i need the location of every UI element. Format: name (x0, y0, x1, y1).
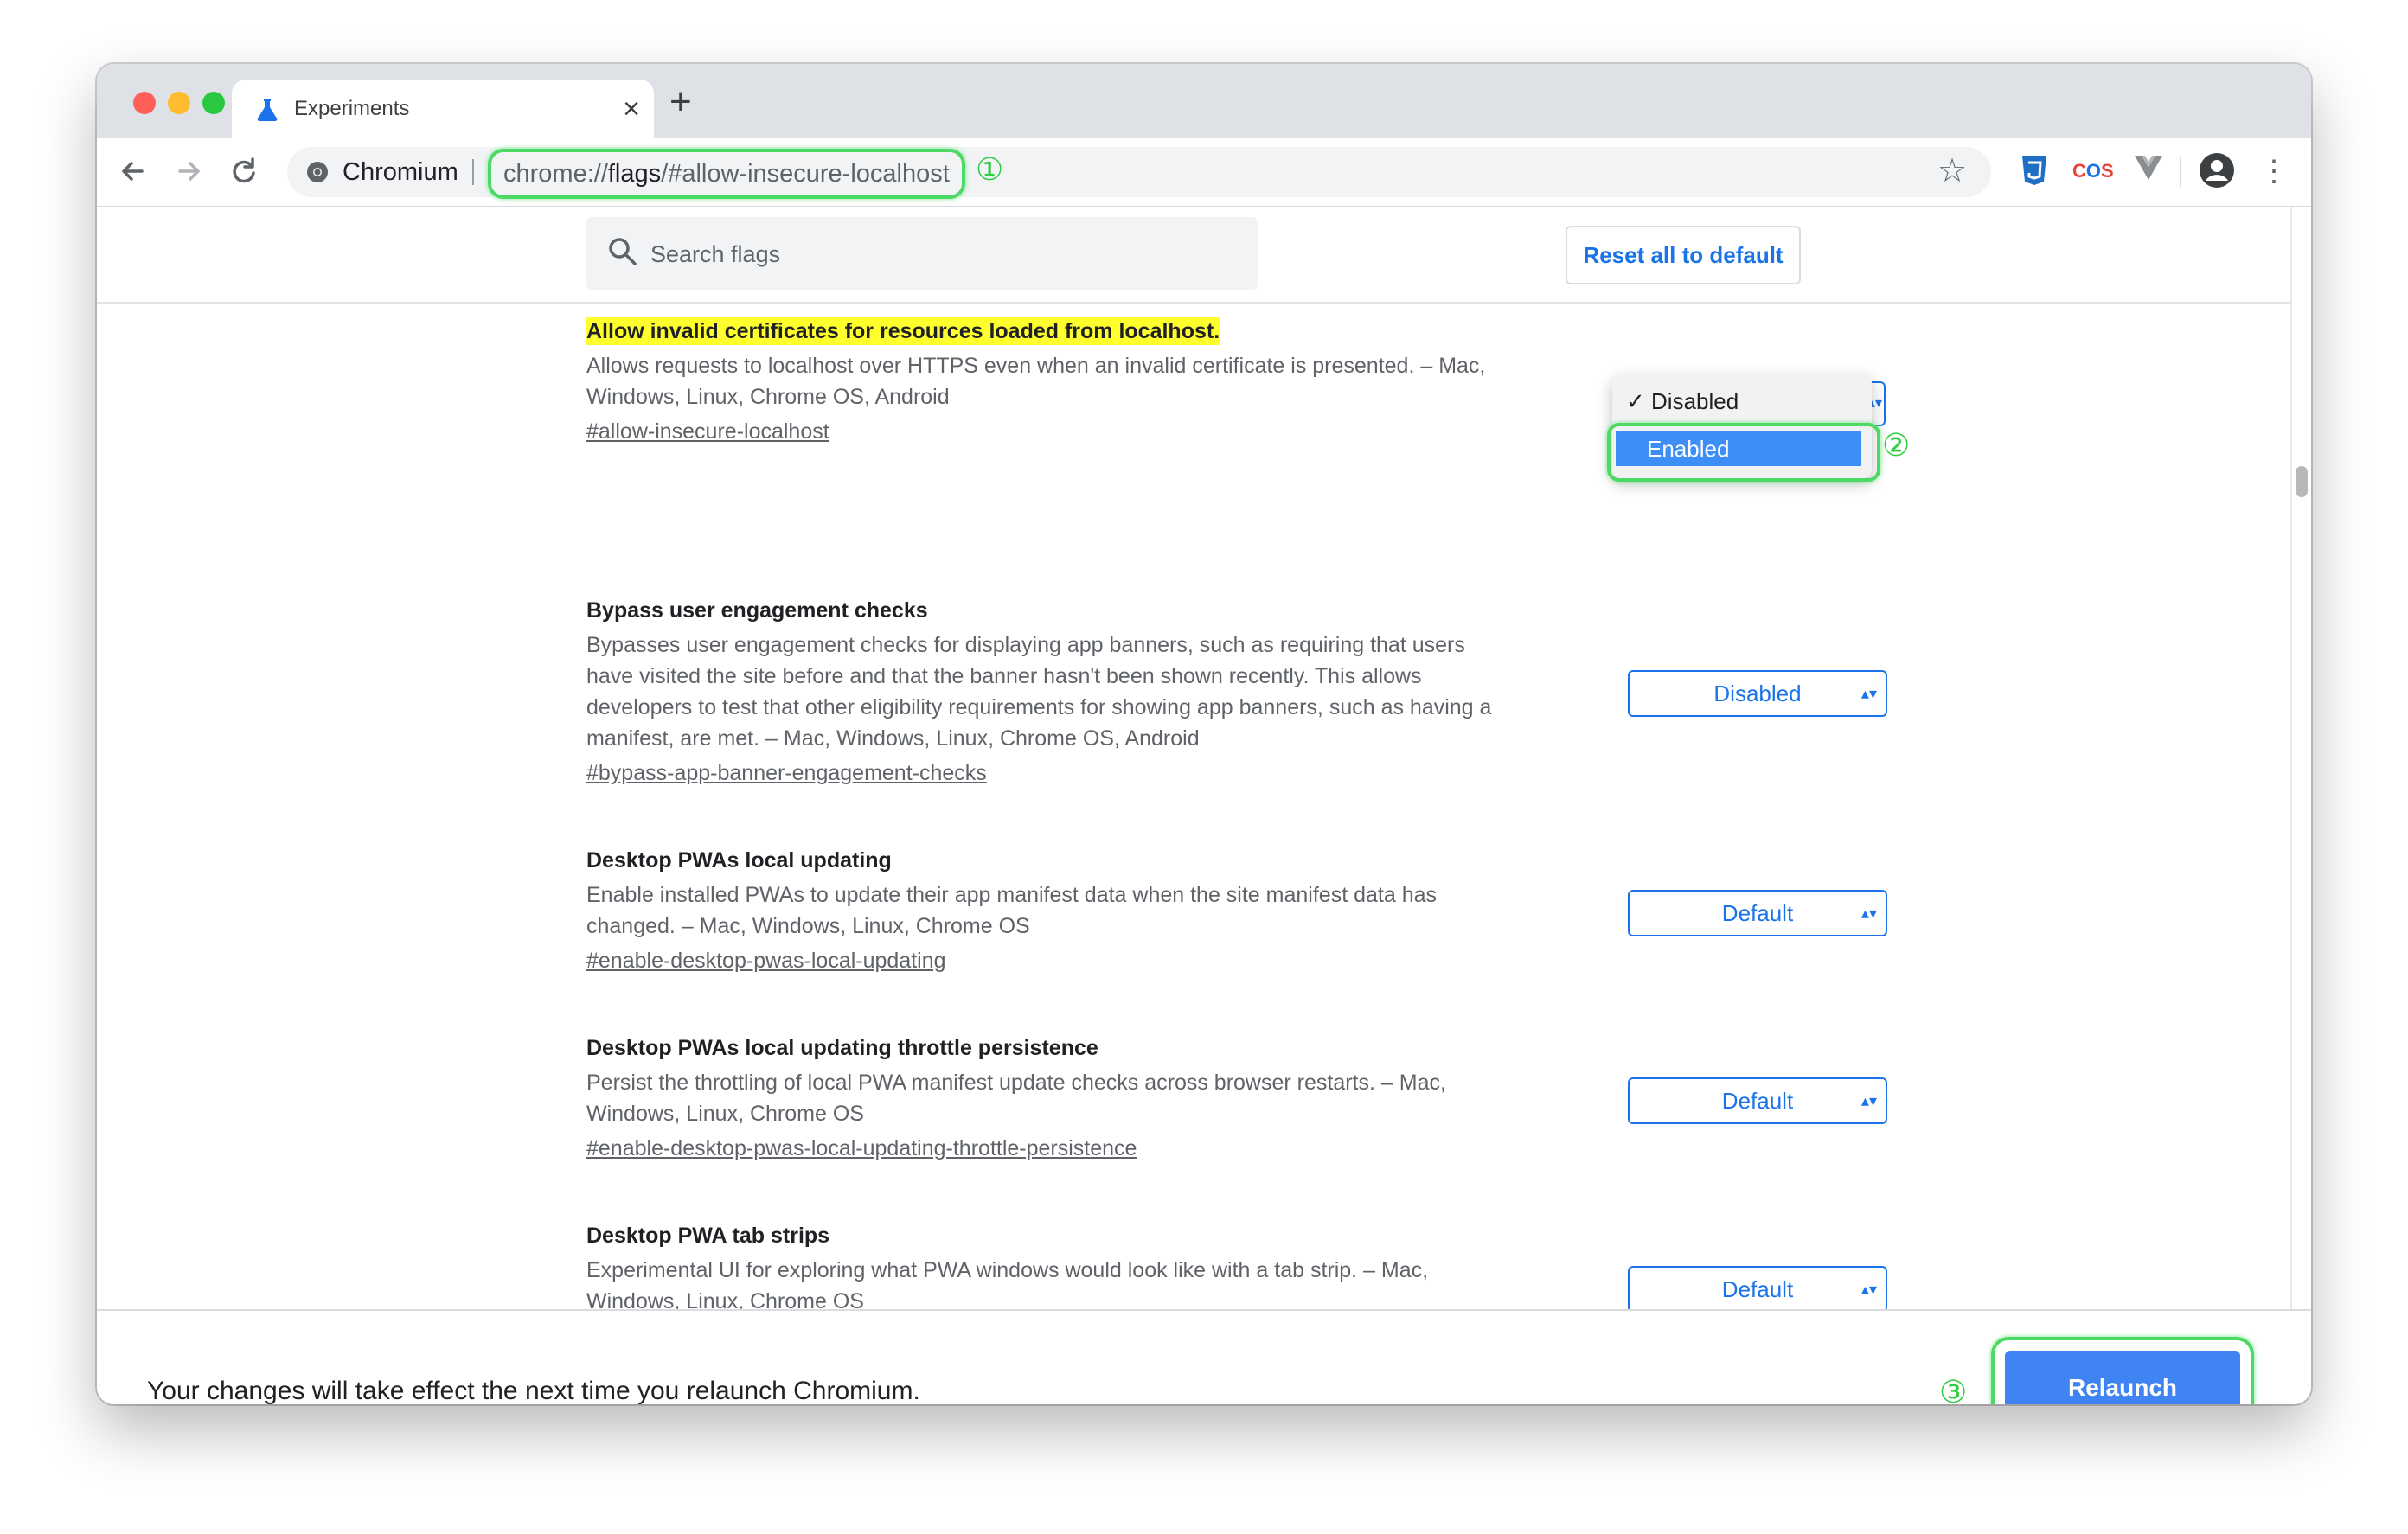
flag-select-bypass-engagement[interactable]: Disabled ▴▾ (1628, 670, 1887, 717)
dropdown-option-disabled[interactable]: ✓ Disabled (1626, 388, 1739, 415)
flags-header: Search flags Reset all to default (97, 207, 2290, 304)
flag-title: Desktop PWAs local updating (586, 848, 892, 872)
annotation-highlight: Enabled (1607, 423, 1880, 482)
select-dropdown-menu: ✓ Disabled Enabled (1607, 374, 1880, 482)
close-window-button[interactable] (133, 92, 156, 114)
search-icon (609, 238, 637, 265)
select-value: Default (1721, 900, 1794, 926)
cors-ext-icon[interactable]: COS (2072, 154, 2114, 189)
flag-description: Bypasses user engagement checks for disp… (586, 633, 1492, 751)
flag-description: Enable installed PWAs to update their ap… (586, 883, 1437, 938)
relaunch-message: Your changes will take effect the next t… (147, 1377, 920, 1404)
reset-all-button[interactable]: Reset all to default (1566, 226, 1801, 284)
search-input[interactable]: Search flags (586, 217, 1258, 290)
flag-title: Desktop PWA tab strips (586, 1224, 830, 1248)
maximize-window-button[interactable] (202, 92, 225, 114)
forward-icon[interactable] (168, 150, 209, 192)
chromium-icon (307, 162, 328, 182)
flag-select-pwas-local-updating[interactable]: Default ▴▾ (1628, 890, 1887, 936)
url-text[interactable]: chrome://flags/#allow-insecure-localhost (488, 149, 965, 199)
content-edge (2290, 207, 2292, 1309)
flag-item-bypass-engagement: Bypass user engagement checks Bypasses u… (586, 597, 1624, 789)
vue-ext-icon[interactable] (2131, 154, 2166, 189)
flag-item-pwas-throttle-persistence: Desktop PWAs local updating throttle per… (586, 1034, 1624, 1164)
step-marker-1: ① (976, 152, 1004, 188)
flag-description: Experimental UI for exploring what PWA w… (586, 1258, 1429, 1313)
profile-avatar-icon[interactable] (2199, 152, 2235, 189)
flag-title: Bypass user engagement checks (586, 598, 928, 623)
flag-select-pwas-throttle-persistence[interactable]: Default ▴▾ (1628, 1077, 1887, 1124)
flag-anchor-link[interactable]: #enable-desktop-pwas-local-updating-thro… (586, 1133, 1624, 1164)
flag-anchor-link[interactable]: #allow-insecure-localhost (586, 416, 1624, 447)
bookmark-star-icon[interactable]: ☆ (1937, 150, 1967, 192)
flag-item-pwa-tab-strips: Desktop PWA tab strips Experimental UI f… (586, 1222, 1624, 1317)
toolbar-divider (2180, 157, 2181, 187)
toolbar: Chromium chrome://flags/#allow-insecure-… (97, 138, 2311, 207)
reload-icon[interactable] (223, 150, 265, 192)
flask-icon (257, 99, 278, 122)
site-name: Chromium (343, 158, 458, 186)
select-arrows-icon: ▴▾ (1860, 1281, 1877, 1298)
tab-strip: Experiments × + (97, 64, 2311, 138)
relaunch-bar: Your changes will take effect the next t… (97, 1309, 2311, 1404)
minimize-window-button[interactable] (168, 92, 190, 114)
omnibox[interactable]: Chromium chrome://flags/#allow-insecure-… (287, 147, 1991, 199)
flag-anchor-link[interactable]: #enable-desktop-pwas-local-updating (586, 945, 1624, 976)
tab-title: Experiments (294, 97, 410, 120)
step-marker-3: ③ (1939, 1375, 1968, 1404)
select-value: Disabled (1713, 681, 1802, 706)
flag-description: Persist the throttling of local PWA mani… (586, 1071, 1446, 1126)
dropdown-option-enabled[interactable]: Enabled (1616, 431, 1861, 466)
select-value: Default (1721, 1276, 1794, 1302)
new-tab-button[interactable]: + (669, 83, 692, 121)
tab-close-icon[interactable]: × (623, 92, 640, 126)
browser-window: Experiments × + Chromium chrome://flags/… (97, 64, 2311, 1404)
annotation-highlight: Relaunch (1991, 1337, 2254, 1404)
flag-anchor-link[interactable]: #bypass-app-banner-engagement-checks (586, 757, 1624, 789)
omnibox-divider (472, 159, 474, 185)
select-arrows-icon: ▴▾ (1860, 685, 1877, 702)
flag-title: Allow invalid certificates for resources… (586, 317, 1220, 345)
flags-page: Search flags Reset all to default Allow … (97, 207, 2311, 1404)
flag-item-pwas-local-updating: Desktop PWAs local updating Enable insta… (586, 847, 1624, 976)
select-arrows-icon: ▴▾ (1860, 904, 1877, 922)
flag-select-pwa-tab-strips[interactable]: Default ▴▾ (1628, 1266, 1887, 1313)
flag-title: Desktop PWAs local updating throttle per… (586, 1036, 1098, 1060)
flag-item-allow-insecure-localhost: Allow invalid certificates for resources… (586, 317, 1624, 447)
css-ext-icon[interactable] (2017, 154, 2052, 189)
step-marker-2: ② (1882, 428, 1911, 463)
search-placeholder: Search flags (650, 241, 781, 267)
back-icon[interactable] (112, 150, 154, 192)
tab-experiments[interactable]: Experiments × (232, 80, 654, 138)
select-value: Default (1721, 1088, 1794, 1114)
flag-description: Allows requests to localhost over HTTPS … (586, 354, 1486, 409)
scrollbar-thumb[interactable] (2296, 466, 2308, 497)
relaunch-button[interactable]: Relaunch (2005, 1351, 2240, 1404)
menu-kebab-icon[interactable]: ⋮ (2259, 150, 2289, 192)
select-arrows-icon: ▴▾ (1860, 1092, 1877, 1109)
